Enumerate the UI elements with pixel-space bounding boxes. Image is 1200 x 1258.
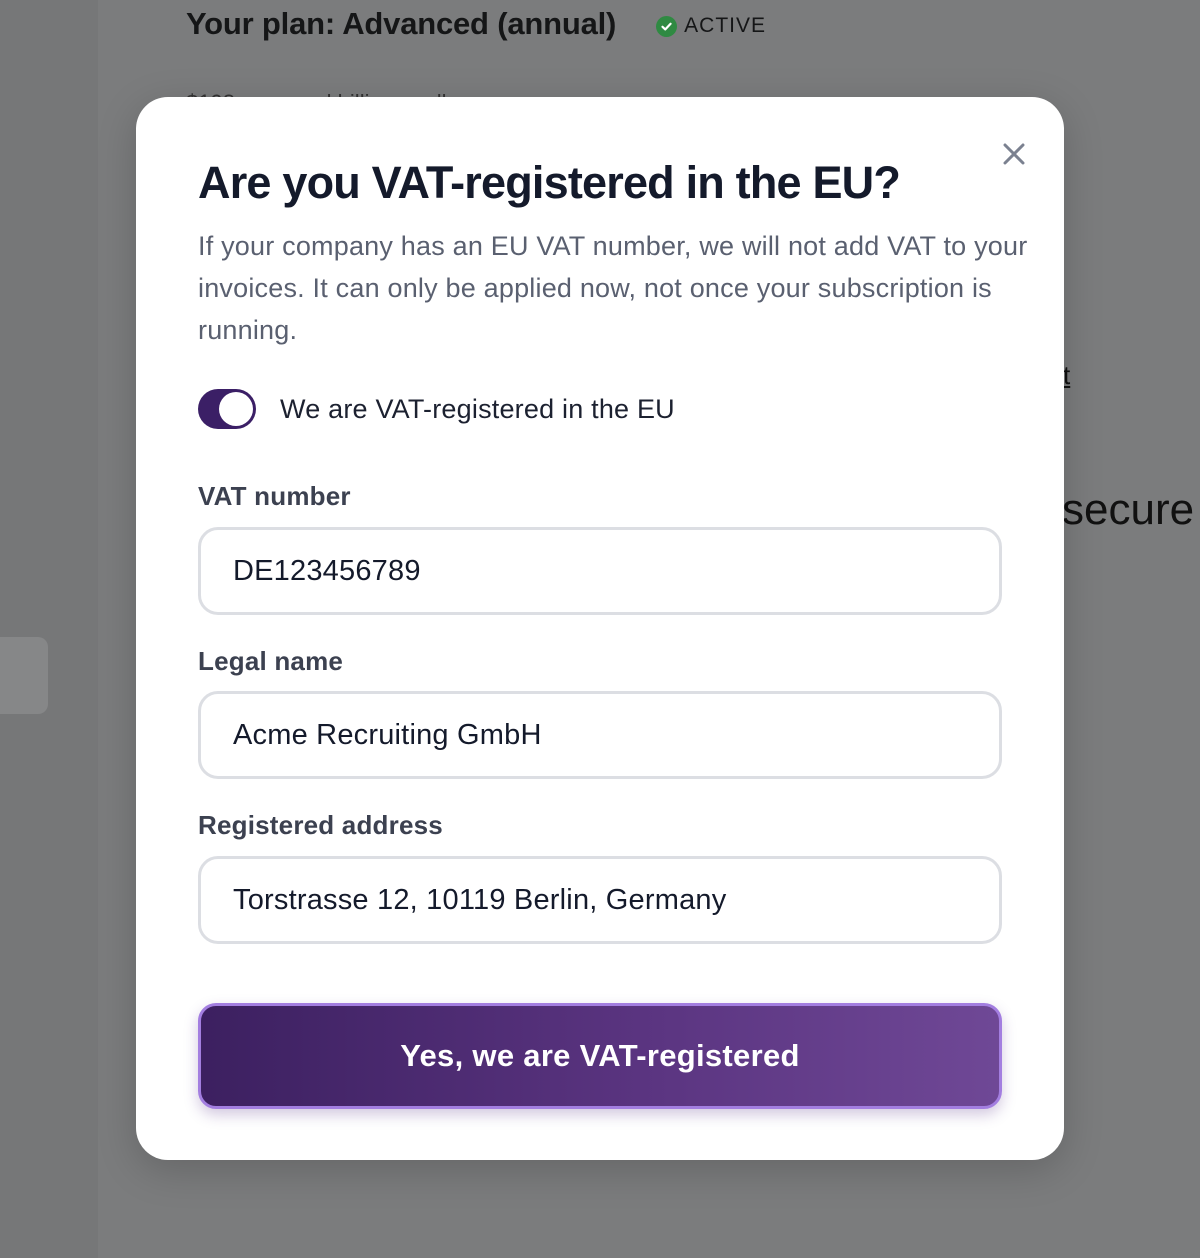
vat-registered-toggle[interactable] — [198, 389, 256, 429]
vat-number-field-box — [198, 527, 1002, 615]
check-circle-icon — [656, 15, 678, 37]
modal-description: If your company has an EU VAT number, we… — [198, 231, 1028, 345]
vat-number-label: VAT number — [198, 481, 351, 511]
status-badge: ACTIVE — [656, 14, 766, 38]
background-link-fragment: t — [1063, 360, 1071, 390]
vat-modal: Are you VAT-registered in the EU? If you… — [136, 97, 1064, 1160]
registered-address-input[interactable] — [201, 859, 999, 941]
legal-name-field-box — [198, 691, 1002, 779]
registered-address-field-box — [198, 856, 1002, 944]
confirm-vat-button[interactable]: Yes, we are VAT-registered — [198, 1003, 1002, 1109]
background-sidebar — [0, 0, 98, 1258]
toggle-knob — [219, 392, 253, 426]
vat-toggle-label: We are VAT-registered in the EU — [280, 393, 675, 424]
modal-title: Are you VAT-registered in the EU? — [198, 157, 901, 208]
legal-name-label: Legal name — [198, 646, 344, 676]
background-card — [0, 637, 48, 714]
plan-title: Your plan: Advanced (annual) — [186, 6, 617, 41]
registered-address-label: Registered address — [198, 810, 443, 840]
background-heading-fragment: secure — [1062, 485, 1195, 534]
vat-number-input[interactable] — [201, 530, 999, 612]
background-plan-header: Your plan: Advanced (annual) ACTIVE — [186, 6, 766, 42]
vat-toggle-row: We are VAT-registered in the EU — [198, 389, 675, 429]
status-badge-label: ACTIVE — [684, 14, 767, 37]
legal-name-input[interactable] — [201, 694, 999, 776]
